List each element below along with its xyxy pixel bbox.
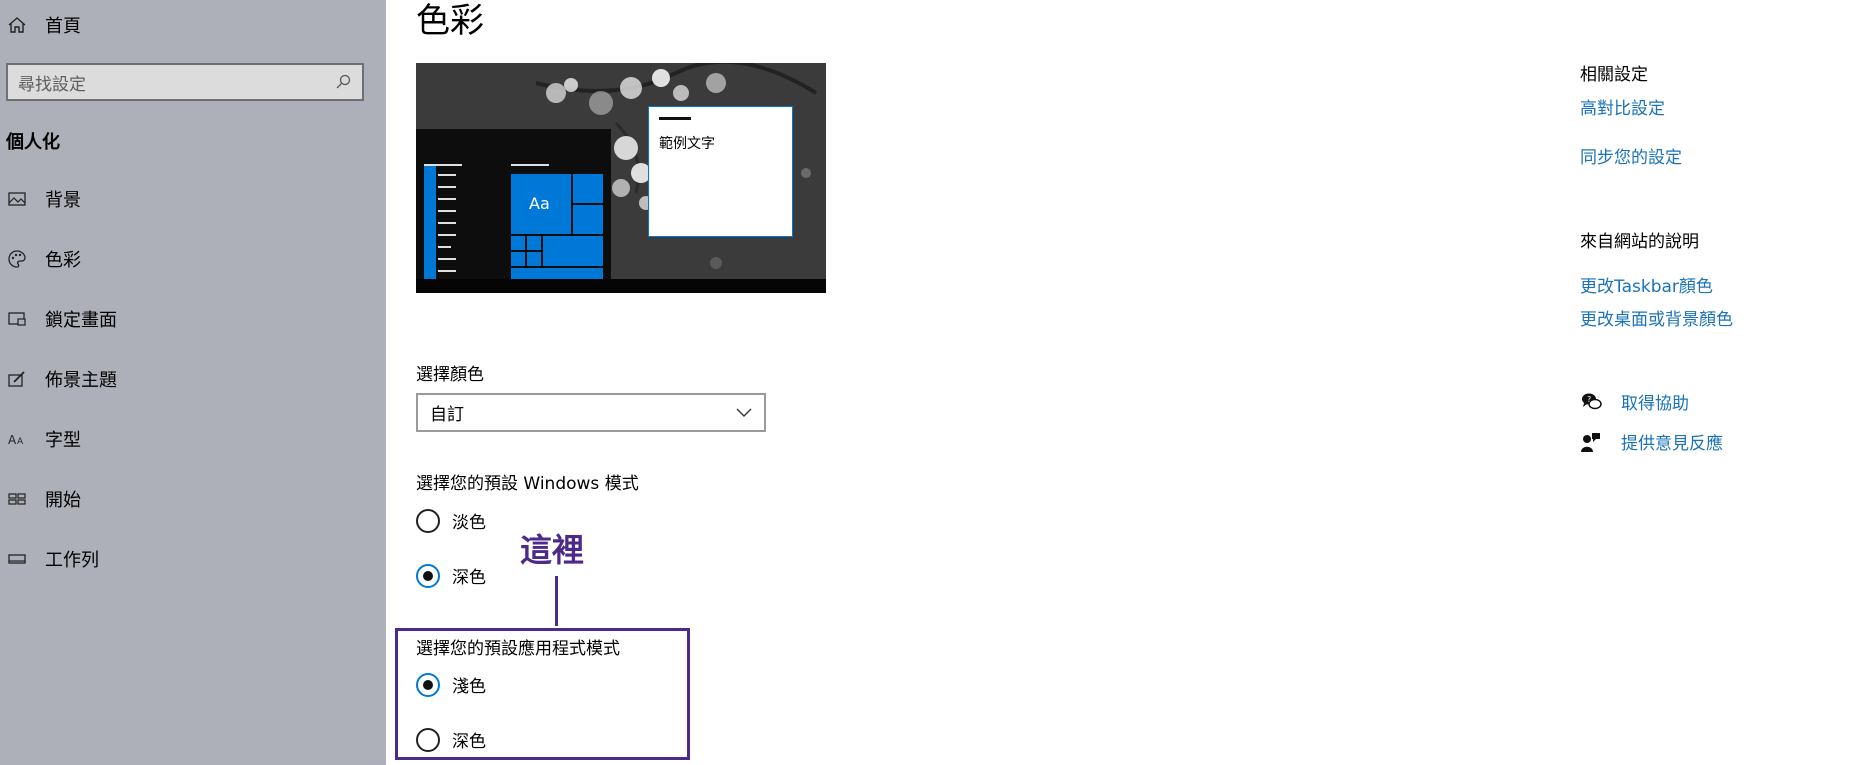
picture-icon [6,188,28,210]
preview-sample-window: 範例文字 [648,106,793,237]
sidebar-item-label: 字型 [45,430,81,451]
sidebar-item-fonts[interactable]: AA 字型 [6,409,117,469]
sample-text: 範例文字 [659,136,715,152]
taskbar-color-help-link[interactable]: 更改Taskbar顏色 [1580,272,1713,297]
radio-label: 深色 [452,732,486,752]
svg-text:A: A [8,433,17,447]
color-preview: Aa 範例文字 [416,63,826,293]
radio-circle [416,563,440,588]
give-feedback-label: 提供意見反應 [1621,434,1723,454]
radio-label: 淡色 [452,513,486,533]
home-icon [6,14,28,36]
sidebar-item-taskbar[interactable]: 工作列 [6,529,117,589]
sidebar-item-label: 佈景主題 [45,370,117,391]
sidebar-item-background[interactable]: 背景 [6,169,117,229]
sidebar-item-colors[interactable]: 色彩 [6,229,117,289]
sample-window-titlebar [659,117,691,120]
preview-start-menu: Aa [416,129,611,280]
windows-mode-label: 選擇您的預設 Windows 模式 [416,474,639,494]
choose-color-value: 自訂 [430,405,464,425]
windows-mode-light-radio[interactable]: 淡色 [416,508,486,533]
radio-circle [416,508,440,533]
windows-mode-dark-radio[interactable]: 深色 [416,563,486,588]
preview-tile-label: Aa [529,194,550,213]
app-mode-label: 選擇您的預設應用程式模式 [416,639,620,659]
preview-start-tiles [424,164,603,280]
related-settings-heading: 相關設定 [1580,65,1648,85]
search-placeholder: 尋找設定 [18,74,86,95]
theme-brush-icon [6,368,28,390]
annotation-callout-line [555,576,558,626]
taskbar-icon [6,548,28,570]
high-contrast-link[interactable]: 高對比設定 [1580,94,1665,119]
chat-help-icon: ? [1580,391,1602,413]
sidebar: 首頁 尋找設定 個人化 背景 色彩 鎖定畫面 佈景主題 A A 字型 開始 工作… [0,0,386,765]
sidebar-item-label: 開始 [45,490,81,511]
svg-text:A: A [17,437,24,447]
search-icon[interactable] [334,73,352,91]
palette-icon [6,248,28,270]
search-input[interactable]: 尋找設定 [6,63,364,101]
app-mode-light-radio[interactable]: 淺色 [416,672,486,697]
feedback-person-icon [1580,431,1602,453]
start-icon [6,488,28,510]
get-help-link[interactable]: ? 取得協助 [1580,389,1689,414]
section-title: 個人化 [6,132,60,153]
radio-label: 深色 [452,568,486,588]
nav-home-label: 首頁 [45,16,81,37]
radio-label: 淺色 [452,677,486,697]
sync-settings-link[interactable]: 同步您的設定 [1580,143,1682,168]
sidebar-item-themes[interactable]: 佈景主題 [6,349,117,409]
sidebar-item-label: 鎖定畫面 [45,310,117,331]
chevron-down-icon [736,403,752,423]
give-feedback-link[interactable]: 提供意見反應 [1580,429,1723,454]
sidebar-item-label: 工作列 [45,550,99,571]
sidebar-item-lock-screen[interactable]: 鎖定畫面 [6,289,117,349]
sidebar-item-label: 背景 [45,190,81,211]
choose-color-dropdown[interactable]: 自訂 [416,393,766,432]
annotation-callout-text: 這裡 [520,531,585,569]
web-help-heading: 來自網站的說明 [1580,232,1699,252]
sidebar-item-start[interactable]: 開始 [6,469,117,529]
preview-taskbar [416,279,826,293]
radio-circle [416,672,440,697]
lock-screen-icon [6,308,28,330]
nav-home[interactable]: 首頁 [6,10,81,40]
font-icon: AA [6,428,28,450]
nav-list: 背景 色彩 鎖定畫面 佈景主題 AA 字型 開始 工作列 [6,184,117,604]
choose-color-label: 選擇顏色 [416,365,484,385]
sidebar-item-label: 色彩 [45,250,81,271]
desktop-color-help-link[interactable]: 更改桌面或背景顏色 [1580,305,1733,330]
svg-text:?: ? [1587,395,1591,404]
radio-circle [416,727,440,752]
get-help-label: 取得協助 [1621,394,1689,414]
app-mode-dark-radio[interactable]: 深色 [416,727,486,752]
page-title: 色彩 [416,1,484,41]
